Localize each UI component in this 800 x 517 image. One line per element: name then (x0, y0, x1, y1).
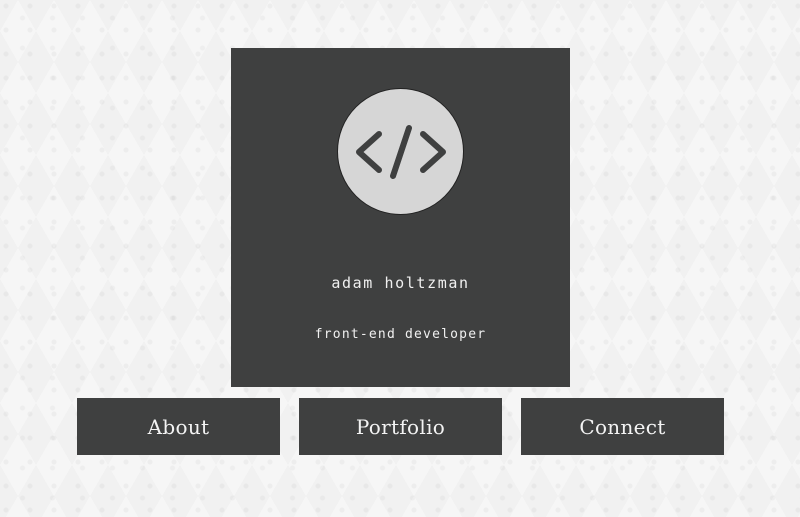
avatar (337, 88, 464, 215)
connect-button[interactable]: Connect (521, 398, 724, 455)
profile-card: adam holtzman front-end developer (231, 48, 570, 387)
profile-name: adam holtzman (331, 274, 470, 292)
about-button[interactable]: About (77, 398, 280, 455)
profile-role: front-end developer (314, 327, 487, 342)
code-icon (355, 124, 446, 179)
portfolio-button[interactable]: Portfolio (299, 398, 502, 455)
